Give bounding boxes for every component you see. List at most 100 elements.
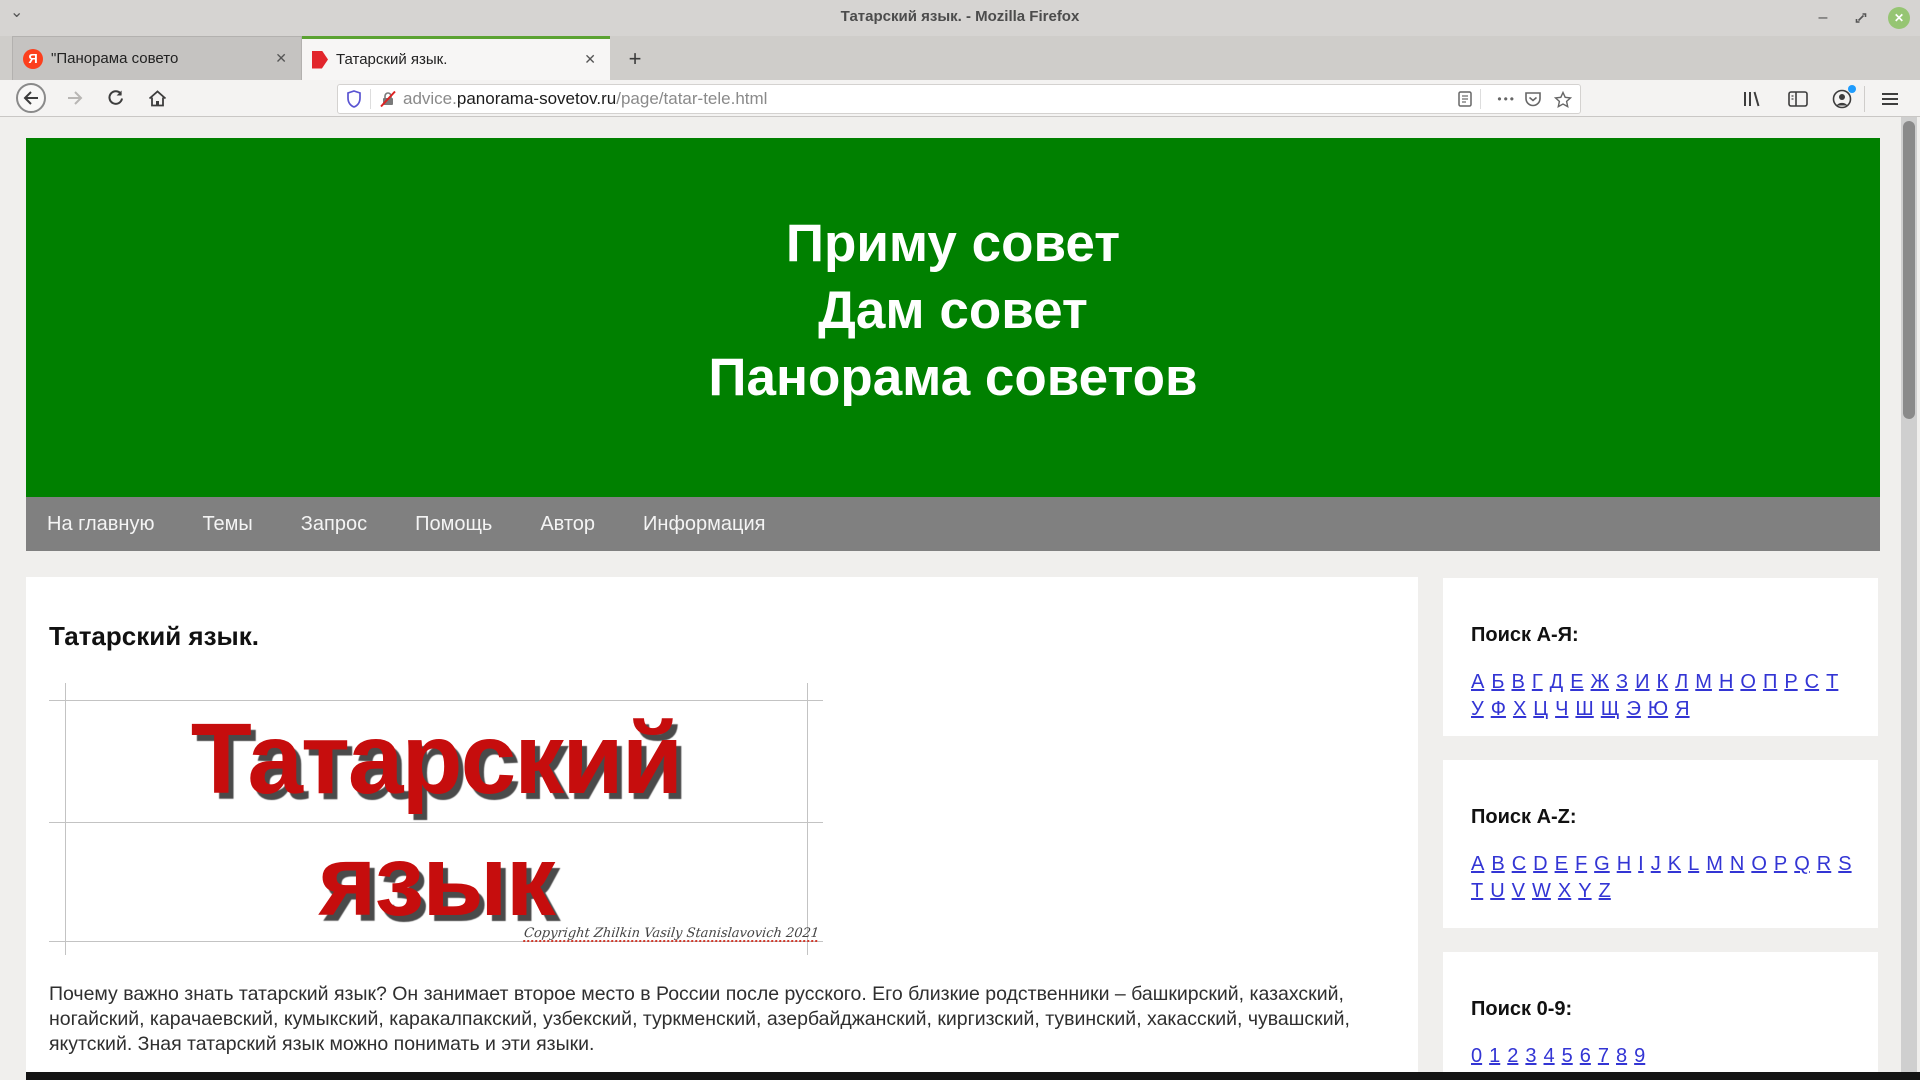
letter-link[interactable]: K (1668, 853, 1681, 876)
tab-panorama-sovetov[interactable]: Я "Панорама совето ✕ (12, 36, 302, 80)
letter-link[interactable]: К (1656, 671, 1668, 694)
image-guide-line (49, 822, 823, 823)
letter-link[interactable]: Н (1719, 671, 1733, 694)
letter-link[interactable]: Ц (1533, 698, 1548, 721)
menu-link[interactable]: Помощь (415, 513, 492, 536)
tab-close-icon[interactable]: ✕ (580, 51, 600, 68)
letter-link[interactable]: U (1490, 880, 1504, 903)
letter-link[interactable]: В (1511, 671, 1524, 694)
window-title: Татарский язык. - Mozilla Firefox (0, 8, 1920, 25)
letter-link[interactable]: M (1706, 853, 1723, 876)
letter-link[interactable]: Ш (1575, 698, 1593, 721)
tracking-protection-shield-icon[interactable] (346, 90, 362, 108)
digit-link[interactable]: 2 (1507, 1045, 1518, 1068)
sidebars-toggle-icon[interactable] (1782, 85, 1814, 113)
letter-link[interactable]: R (1817, 853, 1831, 876)
menu-link[interactable]: Запрос (301, 513, 367, 536)
digit-link[interactable]: 8 (1616, 1045, 1627, 1068)
url-bar[interactable]: advice.panorama-sovetov.ru/page/tatar-te… (337, 84, 1581, 114)
pocket-icon[interactable] (1524, 91, 1542, 107)
scrollbar-thumb[interactable] (1903, 121, 1915, 419)
letter-link[interactable]: G (1594, 853, 1610, 876)
letter-link[interactable]: B (1491, 853, 1504, 876)
back-button[interactable] (16, 83, 46, 113)
letter-link[interactable]: М (1695, 671, 1712, 694)
menu-hamburger-icon[interactable] (1874, 85, 1906, 113)
letter-link[interactable]: Ф (1491, 698, 1506, 721)
letter-link[interactable]: Л (1675, 671, 1688, 694)
close-button[interactable]: ✕ (1888, 7, 1910, 29)
letter-link[interactable]: Т (1826, 671, 1838, 694)
letter-link[interactable]: О (1740, 671, 1756, 694)
letter-link[interactable]: F (1575, 853, 1587, 876)
letter-link[interactable]: N (1730, 853, 1744, 876)
menu-link[interactable]: На главную (47, 513, 154, 536)
reload-button[interactable] (100, 83, 130, 113)
digit-link[interactable]: 7 (1598, 1045, 1609, 1068)
letter-link[interactable]: T (1471, 880, 1483, 903)
letter-link[interactable]: S (1838, 853, 1851, 876)
letter-link[interactable]: I (1638, 853, 1644, 876)
letter-link[interactable]: Ж (1591, 671, 1609, 694)
letter-link[interactable]: Э (1627, 698, 1641, 721)
letter-link[interactable]: С (1805, 671, 1819, 694)
digit-link[interactable]: 6 (1580, 1045, 1591, 1068)
digit-link[interactable]: 5 (1562, 1045, 1573, 1068)
letter-link[interactable]: X (1558, 880, 1571, 903)
letter-link[interactable]: O (1751, 853, 1767, 876)
url-text[interactable]: advice.panorama-sovetov.ru/page/tatar-te… (403, 89, 1458, 109)
letter-link[interactable]: L (1688, 853, 1699, 876)
letter-link[interactable]: Ч (1555, 698, 1568, 721)
minimize-button[interactable]: – (1812, 7, 1834, 29)
letter-link[interactable]: И (1635, 671, 1649, 694)
letter-link[interactable]: З (1616, 671, 1628, 694)
letter-link[interactable]: Я (1675, 698, 1689, 721)
restore-button[interactable] (1850, 7, 1872, 29)
letter-link[interactable]: D (1533, 853, 1547, 876)
letter-link[interactable]: Z (1599, 880, 1611, 903)
letter-link[interactable]: Y (1578, 880, 1591, 903)
menu-link[interactable]: Темы (202, 513, 252, 536)
reader-mode-icon[interactable] (1458, 91, 1472, 107)
letter-link[interactable]: W (1532, 880, 1551, 903)
digit-link[interactable]: 4 (1544, 1045, 1555, 1068)
letter-link[interactable]: V (1512, 880, 1525, 903)
digit-links: 0123456789 (1471, 1045, 1853, 1068)
digit-link[interactable]: 0 (1471, 1045, 1482, 1068)
article-panel: Татарский язык. Татарский язык Copyright… (26, 577, 1418, 1072)
letter-link[interactable]: Р (1784, 671, 1797, 694)
letter-link[interactable]: J (1651, 853, 1661, 876)
account-icon[interactable] (1826, 85, 1858, 113)
page-scrollbar[interactable] (1901, 117, 1917, 1080)
library-icon[interactable] (1736, 85, 1768, 113)
letter-link[interactable]: Б (1491, 671, 1504, 694)
letter-link[interactable]: Г (1532, 671, 1543, 694)
letter-link[interactable]: Q (1794, 853, 1810, 876)
letter-link[interactable]: Ю (1648, 698, 1668, 721)
letter-link[interactable]: E (1555, 853, 1568, 876)
letter-link[interactable]: P (1774, 853, 1787, 876)
menu-link[interactable]: Автор (540, 513, 595, 536)
letter-link[interactable]: Е (1570, 671, 1583, 694)
menu-link[interactable]: Информация (643, 513, 765, 536)
letter-link[interactable]: Щ (1601, 698, 1620, 721)
letter-link[interactable]: C (1512, 853, 1526, 876)
letter-link[interactable]: А (1471, 671, 1484, 694)
new-tab-button[interactable]: + (620, 44, 650, 74)
bookmark-star-icon[interactable] (1554, 91, 1572, 108)
letter-link[interactable]: H (1617, 853, 1631, 876)
letter-link[interactable]: A (1471, 853, 1484, 876)
tab-close-icon[interactable]: ✕ (271, 50, 291, 67)
tab-tatar-language-active[interactable]: Татарский язык. ✕ (302, 36, 610, 80)
digit-link[interactable]: 9 (1634, 1045, 1645, 1068)
digit-link[interactable]: 1 (1489, 1045, 1500, 1068)
letter-link[interactable]: Д (1550, 671, 1564, 694)
letter-link[interactable]: Х (1513, 698, 1526, 721)
forward-button[interactable] (60, 83, 90, 113)
letter-link[interactable]: У (1471, 698, 1484, 721)
digit-link[interactable]: 3 (1525, 1045, 1536, 1068)
insecure-lock-icon[interactable] (379, 90, 397, 108)
page-actions-icon[interactable]: ••• (1497, 92, 1516, 106)
letter-link[interactable]: П (1763, 671, 1777, 694)
home-button[interactable] (142, 83, 172, 113)
